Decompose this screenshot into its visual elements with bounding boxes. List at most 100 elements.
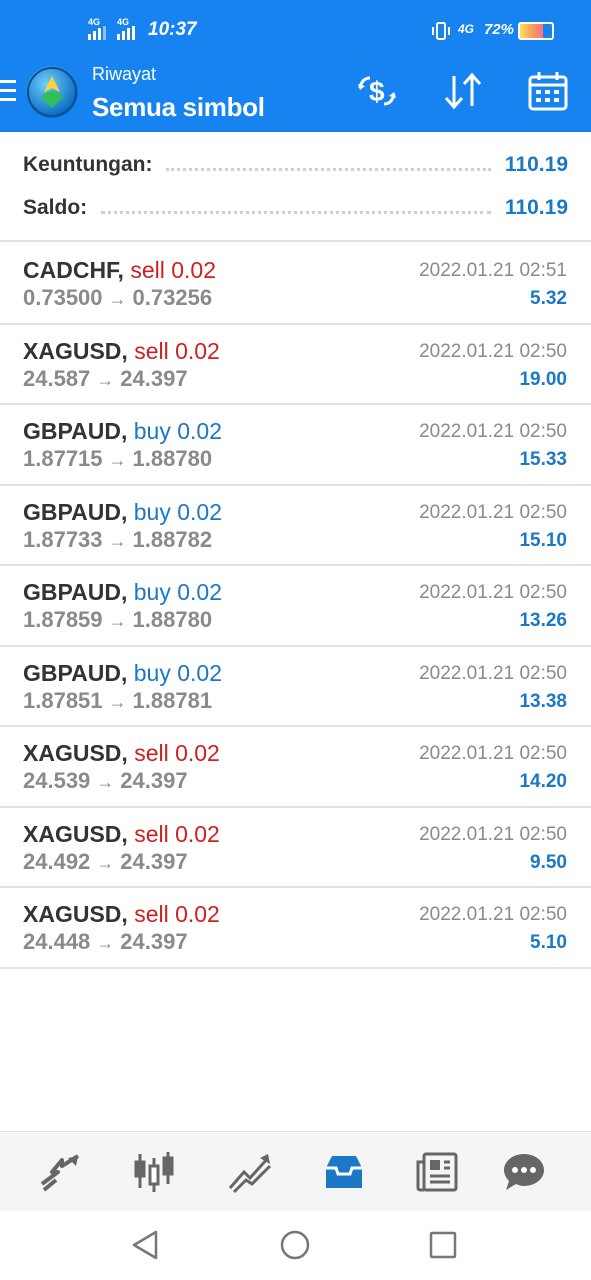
trade-prices: 0.73500 → 0.73256: [23, 285, 212, 311]
open-price: 0.73500: [23, 285, 103, 310]
trade-profit: 15.33: [519, 449, 567, 470]
status-bar: 4G 4G 10:37 4G 72%: [0, 0, 591, 62]
arrow-right-icon: →: [108, 611, 127, 631]
trade-profit: 15.10: [519, 529, 567, 551]
close-price: 1.88780: [132, 607, 213, 632]
trade-title: XAGUSD, sell 0.02: [23, 901, 220, 928]
sort-icon[interactable]: [442, 70, 484, 112]
account-summary: Keuntungan: 110.19 Saldo: 110.19: [0, 132, 591, 242]
close-price: 24.397: [120, 365, 188, 391]
trade-symbol: XAGUSD,: [23, 820, 128, 847]
trade-time: 2022.01.21 02:51: [419, 260, 567, 281]
trade-prices: 24.448 → 24.397: [23, 929, 188, 955]
arrow-right-icon: →: [96, 369, 115, 390]
news-icon[interactable]: [416, 1150, 460, 1194]
trade-profit: 5.32: [530, 288, 567, 309]
battery-percent: 72%: [484, 21, 515, 38]
currency-exchange-icon[interactable]: $: [356, 70, 398, 112]
close-price: 24.397: [120, 929, 188, 954]
profit-value: 110.19: [504, 153, 568, 176]
balance-value: 110.19: [504, 196, 568, 219]
trade-side-volume: sell 0.02: [134, 901, 220, 927]
trade-row[interactable]: XAGUSD, sell 0.02 24.448 → 24.397 2022.01.21…: [0, 888, 591, 969]
top-bar: 4G 4G 10:37 4G 72% Riwayat Semua simbol …: [0, 0, 591, 132]
balance-row: Saldo: 110.19: [23, 193, 568, 223]
trade-time: 2022.01.21 02:50: [419, 421, 567, 442]
sim2-label: 4G: [117, 17, 130, 27]
trade-prices: 24.587 → 24.397: [23, 366, 188, 392]
trade-symbol: XAGUSD,: [23, 901, 128, 927]
home-icon[interactable]: [279, 1229, 311, 1261]
trade-side-volume: buy 0.02: [133, 418, 222, 444]
history-icon[interactable]: [322, 1150, 366, 1194]
profit-row: Keuntungan: 110.19: [23, 150, 568, 180]
close-price: 1.88782: [132, 526, 213, 552]
trade-row[interactable]: XAGUSD, sell 0.02 24.587 → 24.397 2022.01.21…: [0, 325, 591, 405]
trade-profit: 13.38: [519, 690, 567, 712]
trade-row[interactable]: XAGUSD, sell 0.02 24.539 → 24.397 2022.01.21…: [0, 727, 591, 808]
trade-time: 2022.01.21 02:50: [419, 662, 567, 684]
trade-profit: 14.20: [519, 771, 567, 792]
trade-time: 2022.01.21 02:50: [419, 582, 567, 603]
arrow-right-icon: →: [108, 450, 127, 470]
trade-row[interactable]: GBPAUD, buy 0.02 1.87733 → 1.88782 2022.01.2…: [0, 486, 591, 566]
trade-row[interactable]: CADCHF, sell 0.02 0.73500 → 0.73256 2022.01.…: [0, 244, 591, 325]
metatrader-logo[interactable]: [26, 66, 78, 118]
back-icon[interactable]: [130, 1229, 162, 1261]
battery-icon: [518, 22, 554, 40]
close-price: 24.397: [120, 848, 188, 874]
trade-history-list: CADCHF, sell 0.02 0.73500 → 0.73256 2022.01.…: [0, 244, 591, 969]
menu-icon[interactable]: [0, 80, 16, 102]
trade-symbol: GBPAUD,: [23, 579, 128, 605]
trade-time: 2022.01.21 02:50: [419, 501, 567, 523]
trade-icon[interactable]: [228, 1150, 272, 1194]
vibrate-icon: [432, 22, 450, 40]
trade-time: 2022.01.21 02:50: [419, 904, 567, 925]
screen-subtitle: Riwayat: [92, 64, 157, 84]
trade-profit: 9.50: [530, 851, 567, 873]
trade-side-volume: buy 0.02: [133, 659, 222, 686]
trade-symbol: GBPAUD,: [23, 498, 128, 525]
system-nav-bar: [0, 1211, 591, 1280]
arrow-right-icon: →: [108, 289, 127, 309]
trade-prices: 1.87733 → 1.88782: [23, 527, 212, 553]
trade-title: XAGUSD, sell 0.02: [23, 338, 220, 365]
close-price: 0.73256: [132, 285, 213, 310]
close-price: 1.88781: [132, 687, 213, 713]
trade-side-volume: buy 0.02: [133, 498, 222, 525]
arrow-right-icon: →: [96, 772, 115, 792]
balance-label: Saldo:: [23, 196, 88, 219]
chat-icon[interactable]: [502, 1150, 546, 1194]
recents-icon[interactable]: [427, 1229, 459, 1261]
trade-title: XAGUSD, sell 0.02: [23, 740, 220, 767]
open-price: 1.87715: [23, 446, 103, 471]
trade-prices: 24.539 → 24.397: [23, 768, 188, 794]
symbol-filter-title[interactable]: Semua simbol: [92, 92, 265, 123]
sim1-signal-icon: 4G: [88, 17, 106, 40]
trade-row[interactable]: GBPAUD, buy 0.02 1.87851 → 1.88781 2022.01.2…: [0, 647, 591, 727]
trade-symbol: GBPAUD,: [23, 418, 128, 444]
dotted-leader: [101, 210, 491, 214]
quotes-icon[interactable]: [38, 1150, 82, 1194]
calendar-icon[interactable]: [527, 70, 569, 112]
close-price: 24.397: [120, 768, 188, 793]
network-label: 4G: [458, 22, 475, 36]
trade-side-volume: sell 0.02: [130, 257, 217, 283]
trade-title: CADCHF, sell 0.02: [23, 257, 216, 284]
open-price: 1.87859: [23, 607, 103, 632]
open-price: 24.492: [23, 848, 91, 874]
trade-symbol: CADCHF,: [23, 257, 124, 283]
trade-title: GBPAUD, buy 0.02: [23, 660, 222, 687]
trade-row[interactable]: GBPAUD, buy 0.02 1.87715 → 1.88780 2022.01.2…: [0, 405, 591, 486]
arrow-right-icon: →: [96, 933, 115, 953]
trade-row[interactable]: XAGUSD, sell 0.02 24.492 → 24.397 2022.01.21…: [0, 808, 591, 888]
trade-time: 2022.01.21 02:50: [419, 743, 567, 764]
trade-prices: 24.492 → 24.397: [23, 849, 188, 875]
trade-row[interactable]: GBPAUD, buy 0.02 1.87859 → 1.88780 2022.01.2…: [0, 566, 591, 647]
chart-icon[interactable]: [132, 1150, 176, 1194]
trade-title: GBPAUD, buy 0.02: [23, 579, 222, 606]
trade-prices: 1.87851 → 1.88781: [23, 688, 212, 714]
trade-side-volume: sell 0.02: [134, 740, 220, 766]
trade-symbol: GBPAUD,: [23, 659, 128, 686]
arrow-right-icon: →: [108, 691, 127, 712]
